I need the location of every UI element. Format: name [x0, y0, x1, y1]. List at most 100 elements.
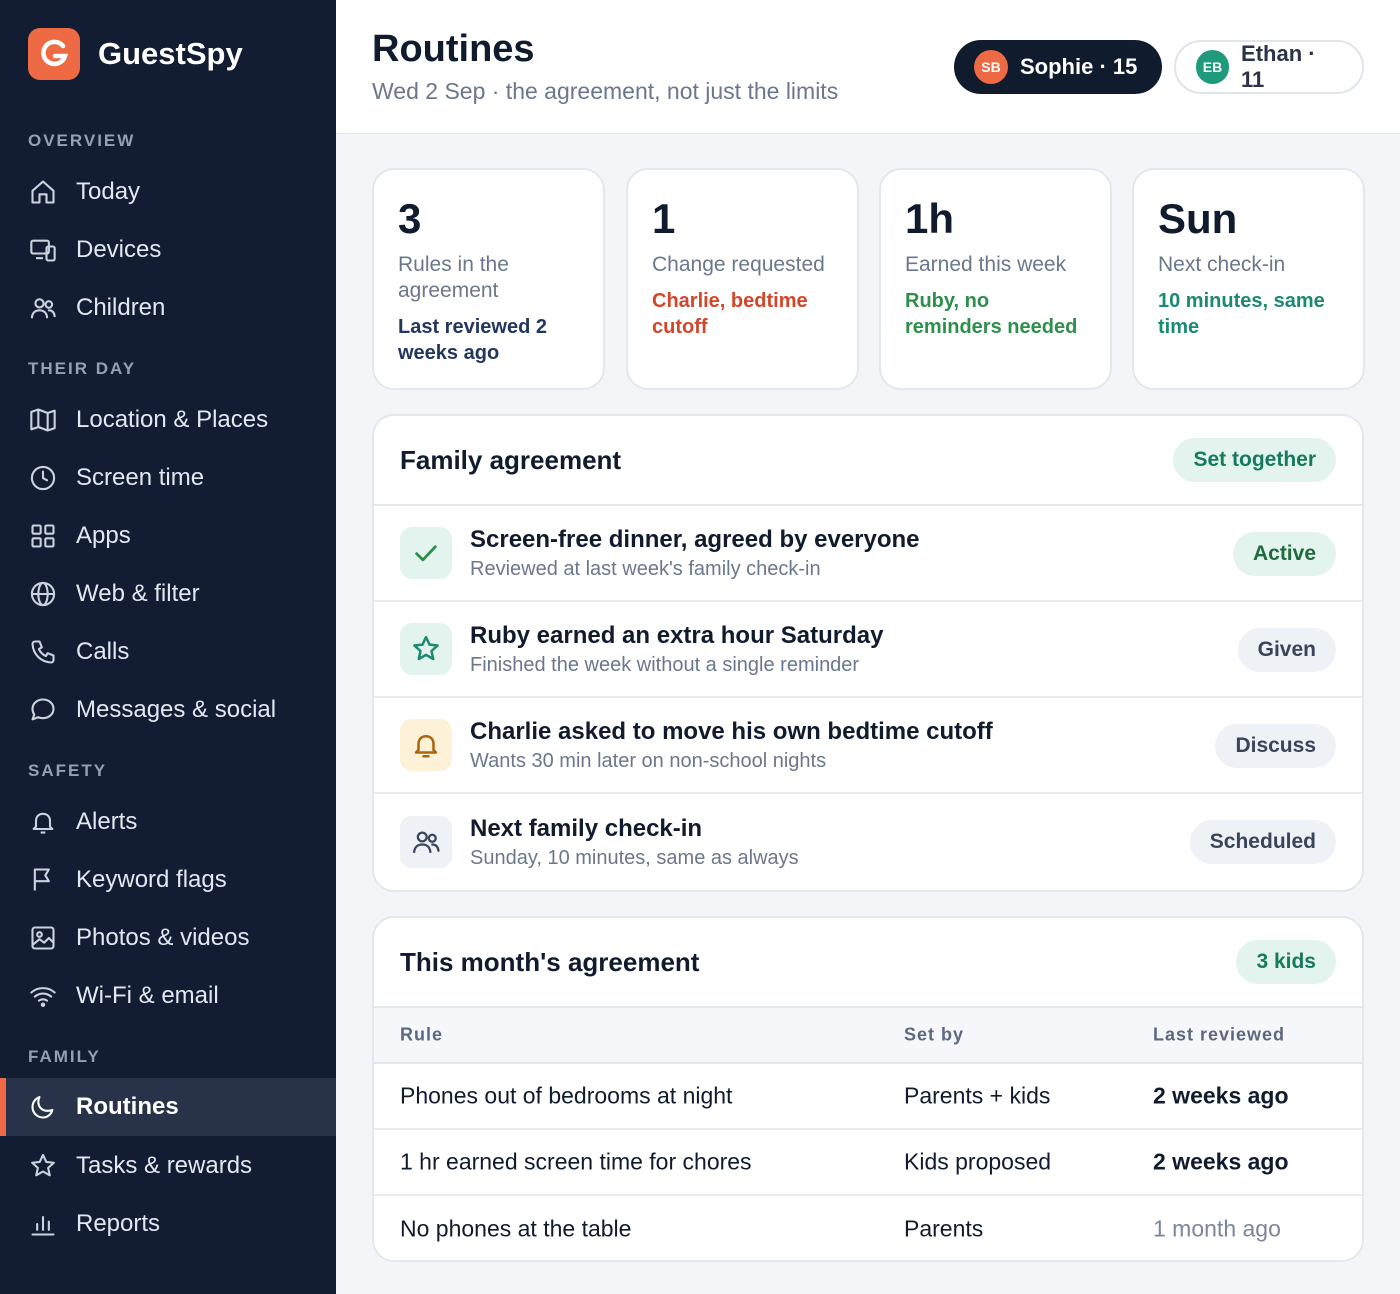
apps-grid-icon — [28, 521, 58, 551]
status-badge: Discuss — [1215, 724, 1336, 768]
panel-title: This month's agreement — [400, 946, 700, 977]
stat-card-next-checkin: Sun Next check-in 10 minutes, same time — [1132, 168, 1365, 390]
sidebar-item-screen-time[interactable]: Screen time — [0, 449, 336, 507]
kid-selector-sophie[interactable]: SB Sophie · 15 — [954, 40, 1162, 94]
flag-icon — [28, 865, 58, 895]
section-title-their-day: THEIR DAY — [28, 359, 137, 378]
home-icon — [28, 177, 58, 207]
stat-value: 1 — [652, 195, 676, 242]
sidebar-item-label: Apps — [76, 522, 131, 549]
sidebar-item-label: Calls — [76, 638, 130, 665]
kids-count-tag: 3 kids — [1236, 940, 1336, 984]
column-header-last-reviewed[interactable]: Last reviewed — [1153, 1025, 1285, 1046]
set-by-cell: Parents + kids — [904, 1082, 1051, 1109]
clock-icon — [28, 463, 58, 493]
sidebar-item-label: Screen time — [76, 464, 205, 491]
panel-header: Family agreement Set together — [374, 416, 1362, 506]
bell-icon — [28, 807, 58, 837]
set-together-tag: Set together — [1173, 438, 1336, 482]
sidebar-item-apps[interactable]: Apps — [0, 507, 336, 565]
sidebar-item-devices[interactable]: Devices — [0, 221, 336, 279]
stat-note: 10 minutes, same time — [1158, 290, 1325, 338]
stat-card-earned: 1h Earned this week Ruby, no reminders n… — [879, 168, 1112, 390]
kid-selector-ethan[interactable]: EB Ethan · 11 — [1174, 40, 1364, 94]
sidebar-item-tasks-rewards[interactable]: Tasks & rewards — [0, 1137, 336, 1195]
item-title: Charlie asked to move his own bedtime cu… — [470, 717, 993, 745]
sidebar-item-label: Routines — [76, 1093, 179, 1120]
set-by-cell: Parents — [904, 1215, 984, 1242]
item-title: Ruby earned an extra hour Saturday — [470, 621, 884, 649]
stat-note: Ruby, no reminders needed — [905, 290, 1078, 338]
item-title: Screen-free dinner, agreed by everyone — [470, 525, 920, 553]
sidebar-item-label: Today — [76, 178, 141, 205]
sidebar-item-location-places[interactable]: Location & Places — [0, 391, 336, 449]
sidebar-item-label: Location & Places — [76, 406, 269, 433]
sidebar-item-keyword-flags[interactable]: Keyword flags — [0, 851, 336, 909]
list-item[interactable]: Charlie asked to move his own bedtime cu… — [374, 698, 1362, 794]
stat-card-change-requested: 1 Change requested Charlie, bedtime cuto… — [626, 168, 859, 390]
panel-title: Family agreement — [400, 444, 622, 475]
avatar: EB — [1196, 50, 1230, 84]
brand[interactable]: GuestSpy — [28, 28, 243, 80]
sidebar: GuestSpy OVERVIEW Today Devices Children… — [0, 0, 336, 1294]
sidebar-item-label: Alerts — [76, 808, 138, 835]
list-item[interactable]: Ruby earned an extra hour Saturday Finis… — [374, 602, 1362, 698]
people-icon — [400, 816, 452, 868]
column-header-set-by[interactable]: Set by — [904, 1025, 964, 1046]
table-row[interactable]: 1 hr earned screen time for chores Kids … — [374, 1130, 1362, 1196]
column-header-rule[interactable]: Rule — [400, 1025, 443, 1046]
star-icon — [28, 1151, 58, 1181]
sidebar-item-web-filter[interactable]: Web & filter — [0, 565, 336, 623]
stat-value: 3 — [398, 195, 422, 242]
item-subtitle: Finished the week without a single remin… — [470, 653, 860, 676]
status-badge: Given — [1237, 628, 1336, 672]
sidebar-item-today[interactable]: Today — [0, 163, 336, 221]
moon-icon — [28, 1092, 58, 1122]
sidebar-item-wifi-email[interactable]: Wi-Fi & email — [0, 967, 336, 1025]
stat-card-rules: 3 Rules in the agreement Last reviewed 2… — [372, 168, 605, 390]
list-item[interactable]: Screen-free dinner, agreed by everyone R… — [374, 506, 1362, 602]
table-row[interactable]: No phones at the table Parents 1 month a… — [374, 1196, 1362, 1260]
sidebar-item-routines[interactable]: Routines — [0, 1078, 336, 1136]
kid-label: Sophie · 15 — [1020, 54, 1138, 79]
map-icon — [28, 405, 58, 435]
sidebar-item-label: Web & filter — [76, 580, 200, 607]
sidebar-item-label: Children — [76, 294, 166, 321]
item-subtitle: Sunday, 10 minutes, same as always — [470, 846, 799, 869]
globe-icon — [28, 579, 58, 609]
avatar: SB — [974, 50, 1008, 84]
rule-cell: No phones at the table — [400, 1215, 632, 1242]
family-agreement-panel: Family agreement Set together Screen-fre… — [372, 414, 1364, 892]
devices-icon — [28, 235, 58, 265]
stat-label: Earned this week — [905, 253, 1067, 276]
sidebar-item-label: Wi-Fi & email — [76, 982, 219, 1009]
list-item[interactable]: Next family check-in Sunday, 10 minutes,… — [374, 794, 1362, 890]
bar-chart-icon — [28, 1209, 58, 1239]
chat-bubble-icon — [28, 695, 58, 725]
section-title-overview: OVERVIEW — [28, 131, 136, 150]
set-by-cell: Kids proposed — [904, 1148, 1052, 1175]
stat-note: Charlie, bedtime cutoff — [652, 290, 808, 338]
sidebar-item-label: Photos & videos — [76, 924, 250, 951]
item-title: Next family check-in — [470, 814, 703, 842]
monthly-agreement-panel: This month's agreement 3 kids Rule Set b… — [372, 916, 1364, 1262]
last-reviewed-cell: 2 weeks ago — [1153, 1082, 1289, 1109]
sidebar-item-label: Messages & social — [76, 696, 277, 723]
sidebar-item-label: Devices — [76, 236, 162, 263]
sidebar-item-label: Keyword flags — [76, 866, 227, 893]
wifi-icon — [28, 981, 58, 1011]
panel-header: This month's agreement 3 kids — [374, 918, 1362, 1008]
check-icon — [400, 527, 452, 579]
brand-logo — [28, 28, 80, 80]
sidebar-item-children[interactable]: Children — [0, 279, 336, 337]
bell-icon — [400, 719, 452, 771]
table-row[interactable]: Phones out of bedrooms at night Parents … — [374, 1064, 1362, 1130]
item-subtitle: Wants 30 min later on non-school nights — [470, 749, 827, 772]
sidebar-item-photos-videos[interactable]: Photos & videos — [0, 909, 336, 967]
item-subtitle: Reviewed at last week's family check-in — [470, 557, 821, 580]
sidebar-item-reports[interactable]: Reports — [0, 1195, 336, 1253]
sidebar-item-messages-social[interactable]: Messages & social — [0, 681, 336, 739]
sidebar-item-alerts[interactable]: Alerts — [0, 793, 336, 851]
sidebar-item-calls[interactable]: Calls — [0, 623, 336, 681]
section-title-family: FAMILY — [28, 1047, 101, 1066]
